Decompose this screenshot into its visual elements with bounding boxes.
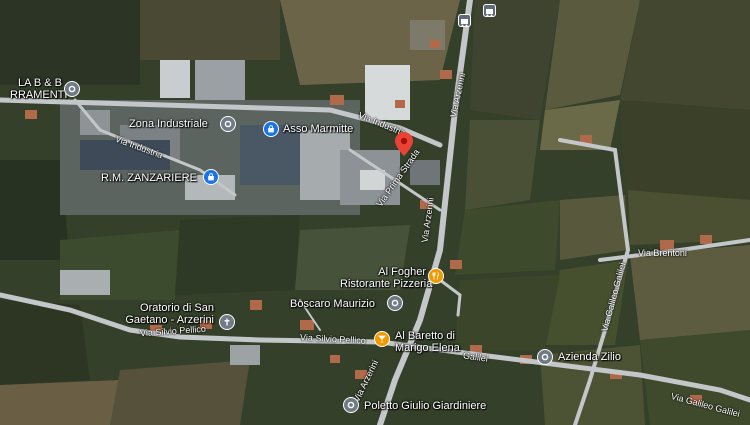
place-icon (220, 116, 236, 132)
place-label: LA B & B RRAMENTI (10, 77, 68, 101)
location-pin-icon[interactable] (395, 132, 413, 161)
place-icon (64, 81, 80, 97)
shopping-bag-icon (203, 169, 219, 185)
restaurant-icon (428, 268, 444, 284)
place-label: Al Baretto di Marigo Elena (395, 330, 460, 354)
shopping-bag-icon (263, 121, 279, 137)
bus-stop-icon[interactable] (483, 4, 496, 17)
place-label: R.M. ZANZARIERE (101, 172, 197, 184)
place-icon (537, 349, 553, 365)
bar-icon (374, 331, 390, 347)
satellite-map[interactable]: Via Industria Via Industria Via Prima St… (0, 0, 750, 425)
church-icon (219, 314, 235, 330)
place-icon (387, 295, 403, 311)
place-icon (343, 397, 359, 413)
place-label: Boscaro Maurizio (290, 298, 375, 310)
road-label-via-brentoni: Via Brentoni (638, 248, 687, 258)
place-label: Poletto Giulio Giardiniere (364, 400, 487, 412)
place-label: Al Fogher Ristorante Pizzeria (340, 266, 433, 290)
place-label: Azienda Zilio (558, 351, 621, 363)
place-label: Asso Marmitte (283, 123, 354, 135)
place-label: Zona Industriale (129, 118, 208, 130)
place-label: Oratorio di San Gaetano - Arzerini (125, 302, 214, 326)
bus-stop-icon[interactable] (458, 14, 471, 27)
